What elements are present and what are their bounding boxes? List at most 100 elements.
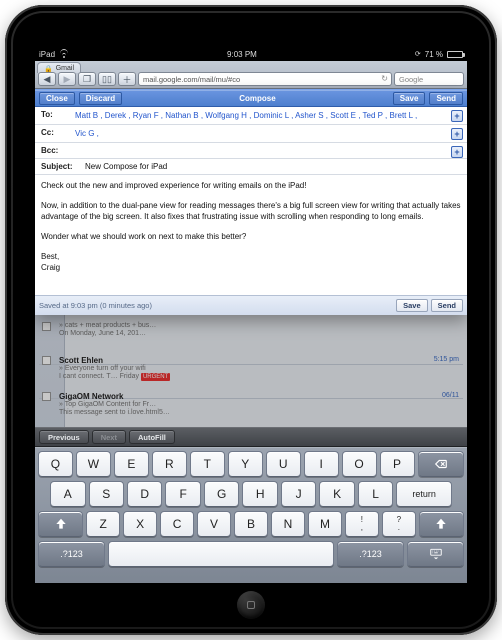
save-button[interactable]: Save bbox=[393, 92, 426, 105]
key-n[interactable]: N bbox=[271, 511, 305, 537]
key-i[interactable]: I bbox=[304, 451, 339, 477]
wifi-icon bbox=[59, 50, 69, 58]
status-bar: iPad 9:03 PM ⟳ 71 % bbox=[35, 47, 467, 61]
key-backspace[interactable] bbox=[418, 451, 464, 477]
battery-icon bbox=[447, 51, 463, 58]
chevron-right-icon: ▶ bbox=[64, 74, 71, 85]
url-field[interactable]: mail.google.com/mail/mu/#co ↻ bbox=[138, 72, 392, 86]
add-to-recipient-button[interactable]: + bbox=[451, 110, 463, 122]
key-l[interactable]: L bbox=[358, 481, 393, 507]
body-sig2: Craig bbox=[41, 262, 461, 273]
compose-toolbar: Close Discard Compose Save Send bbox=[35, 89, 467, 107]
shift-icon bbox=[434, 517, 448, 531]
key-d[interactable]: D bbox=[127, 481, 162, 507]
key-row-4: .?123 .?123 bbox=[38, 541, 464, 567]
add-cc-recipient-button[interactable]: + bbox=[451, 128, 463, 140]
add-tab-button[interactable]: ＋ bbox=[118, 72, 136, 86]
key-a[interactable]: A bbox=[50, 481, 85, 507]
key-k[interactable]: K bbox=[319, 481, 354, 507]
url-text: mail.google.com/mail/mu/#co bbox=[143, 75, 240, 84]
keyboard: Q W E R T Y U I O P A S D bbox=[35, 447, 467, 583]
key-numbers-left[interactable]: .?123 bbox=[38, 541, 105, 567]
key-y[interactable]: Y bbox=[228, 451, 263, 477]
key-g[interactable]: G bbox=[204, 481, 239, 507]
key-f[interactable]: F bbox=[165, 481, 200, 507]
close-button[interactable]: Close bbox=[39, 92, 75, 105]
key-x[interactable]: X bbox=[123, 511, 157, 537]
status-time: 9:03 PM bbox=[227, 50, 257, 59]
key-row-2: A S D F G H J K L return bbox=[38, 481, 464, 507]
key-w[interactable]: W bbox=[76, 451, 111, 477]
home-icon bbox=[247, 601, 255, 609]
key-p[interactable]: P bbox=[380, 451, 415, 477]
pages-button[interactable]: ❐ bbox=[78, 72, 96, 86]
compose-title: Compose bbox=[126, 94, 389, 103]
footer-send-button[interactable]: Send bbox=[431, 299, 463, 312]
key-j[interactable]: J bbox=[281, 481, 316, 507]
reload-icon[interactable]: ↻ bbox=[381, 74, 388, 83]
next-field-button[interactable]: Next bbox=[92, 430, 126, 444]
key-row-1: Q W E R T Y U I O P bbox=[38, 451, 464, 477]
body-sig1: Best, bbox=[41, 251, 461, 262]
cc-label: Cc: bbox=[41, 128, 75, 137]
send-button[interactable]: Send bbox=[429, 92, 463, 105]
key-m[interactable]: M bbox=[308, 511, 342, 537]
key-numbers-right[interactable]: .?123 bbox=[337, 541, 404, 567]
key-u[interactable]: U bbox=[266, 451, 301, 477]
key-comma[interactable]: ! , bbox=[345, 511, 379, 537]
key-hide-keyboard[interactable] bbox=[407, 541, 464, 567]
cc-value: Vic G , bbox=[75, 128, 461, 139]
chevron-left-icon: ◀ bbox=[44, 74, 51, 85]
footer-save-button[interactable]: Save bbox=[396, 299, 428, 312]
autofill-button[interactable]: AutoFill bbox=[129, 430, 175, 444]
body-p3: Wonder what we should work on next to ma… bbox=[41, 231, 461, 242]
key-space[interactable] bbox=[108, 541, 334, 567]
carrier-label: iPad bbox=[39, 50, 55, 59]
battery-pct: 71 % bbox=[425, 50, 443, 59]
subject-label: Subject: bbox=[41, 162, 85, 171]
cc-field[interactable]: Cc: Vic G , + bbox=[35, 125, 467, 143]
plus-icon: ＋ bbox=[122, 73, 131, 86]
to-label: To: bbox=[41, 110, 75, 119]
hide-keyboard-icon bbox=[429, 547, 443, 561]
to-field[interactable]: To: Matt B , Derek , Ryan F , Nathan B ,… bbox=[35, 107, 467, 125]
bcc-field[interactable]: Bcc: + bbox=[35, 143, 467, 159]
add-bcc-recipient-button[interactable]: + bbox=[451, 146, 463, 158]
backspace-icon bbox=[434, 457, 448, 471]
key-shift-right[interactable] bbox=[419, 511, 464, 537]
compose-footer: Saved at 9:03 pm (0 minutes ago) Save Se… bbox=[35, 295, 467, 315]
prev-field-button[interactable]: Previous bbox=[39, 430, 89, 444]
subject-field[interactable]: Subject: New Compose for iPad bbox=[35, 159, 467, 175]
key-z[interactable]: Z bbox=[86, 511, 120, 537]
key-shift-left[interactable] bbox=[38, 511, 83, 537]
subject-value: New Compose for iPad bbox=[85, 162, 461, 171]
to-value: Matt B , Derek , Ryan F , Nathan B , Wol… bbox=[75, 110, 461, 121]
forward-button[interactable]: ▶ bbox=[58, 72, 76, 86]
key-e[interactable]: E bbox=[114, 451, 149, 477]
key-row-3: Z X C V B N M ! , ? . bbox=[38, 511, 464, 537]
shift-icon bbox=[54, 517, 68, 531]
bcc-label: Bcc: bbox=[41, 146, 75, 155]
key-v[interactable]: V bbox=[197, 511, 231, 537]
key-period[interactable]: ? . bbox=[382, 511, 416, 537]
save-status: Saved at 9:03 pm (0 minutes ago) bbox=[39, 301, 152, 310]
key-c[interactable]: C bbox=[160, 511, 194, 537]
key-b[interactable]: B bbox=[234, 511, 268, 537]
message-body[interactable]: Check out the new and improved experienc… bbox=[35, 175, 467, 295]
key-h[interactable]: H bbox=[242, 481, 277, 507]
bookmarks-button[interactable]: ▯▯ bbox=[98, 72, 116, 86]
discard-button[interactable]: Discard bbox=[79, 92, 122, 105]
key-o[interactable]: O bbox=[342, 451, 377, 477]
key-q[interactable]: Q bbox=[38, 451, 73, 477]
pages-icon: ❐ bbox=[83, 74, 91, 85]
keyboard-assistant-bar: Previous Next AutoFill bbox=[35, 427, 467, 447]
key-t[interactable]: T bbox=[190, 451, 225, 477]
key-s[interactable]: S bbox=[89, 481, 124, 507]
search-field[interactable]: Google bbox=[394, 72, 464, 86]
home-button[interactable] bbox=[237, 591, 265, 619]
search-placeholder: Google bbox=[399, 75, 423, 84]
back-button[interactable]: ◀ bbox=[38, 72, 56, 86]
key-return[interactable]: return bbox=[396, 481, 452, 507]
body-p1: Check out the new and improved experienc… bbox=[41, 180, 461, 191]
key-r[interactable]: R bbox=[152, 451, 187, 477]
